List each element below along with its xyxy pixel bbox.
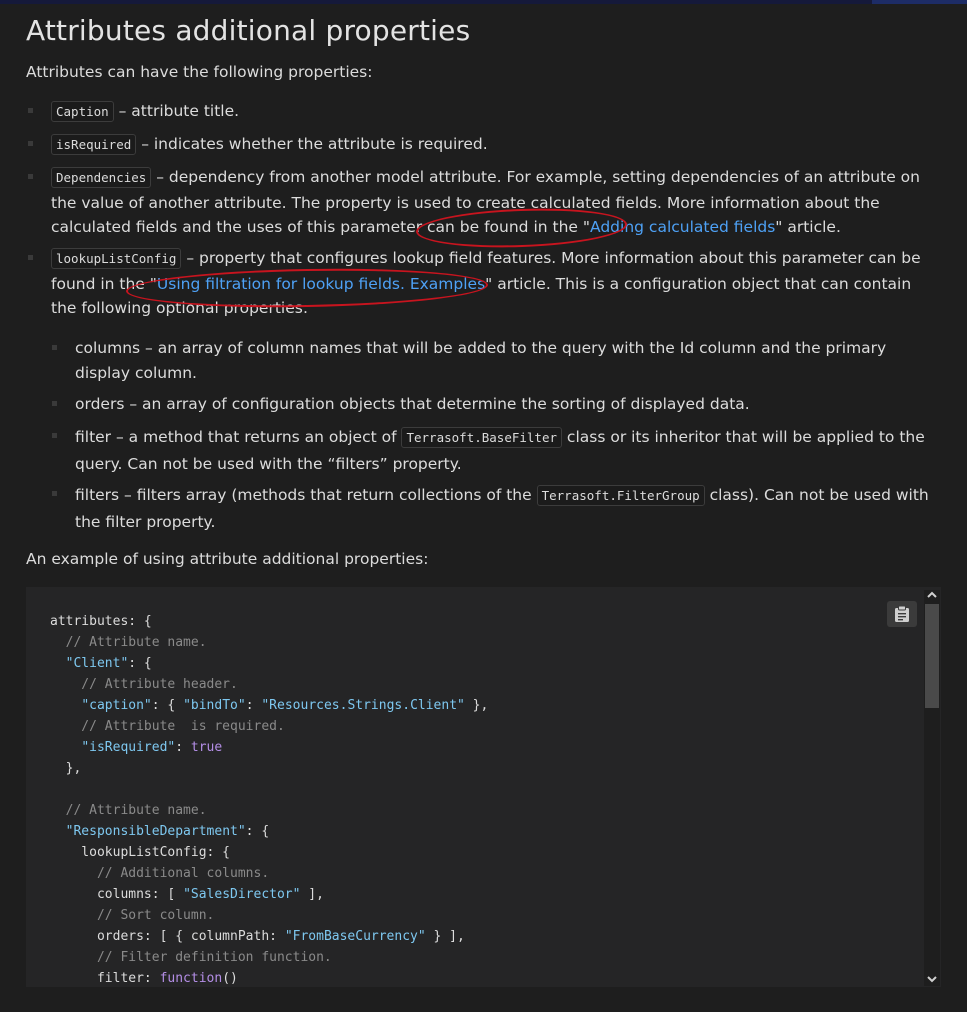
clipboard-icon: [895, 605, 909, 622]
code-line: filter: function(): [50, 971, 238, 986]
code-lookuplistconfig: lookupListConfig: [51, 248, 182, 269]
bullet: [28, 174, 33, 179]
code-filtergroup: Terrasoft.FilterGroup: [536, 485, 705, 506]
top-bar-accent: [872, 0, 967, 4]
top-bar: [0, 0, 967, 4]
code-content: attributes: { // Attribute name. "Client…: [50, 611, 488, 987]
code-block[interactable]: attributes: { // Attribute name. "Client…: [26, 587, 941, 987]
code-line: // Attribute name.: [50, 803, 207, 818]
item-text: – indicates whether the attribute is req…: [136, 135, 488, 153]
code-line: "isRequired": true: [81, 740, 223, 755]
code-caption: Caption: [51, 101, 114, 122]
bullet: [52, 345, 57, 350]
bullet: [52, 491, 57, 496]
list-item-isrequired: isRequired – indicates whether the attri…: [51, 132, 941, 158]
sub-item-columns: columns – an array of column names that …: [75, 339, 887, 382]
code-scrollbar-thumb[interactable]: [925, 604, 939, 708]
code-line: "Client": {: [65, 656, 152, 671]
item-text: filters – filters array (methods that re…: [75, 486, 537, 504]
bullet: [28, 141, 33, 146]
page-title: Attributes additional properties: [26, 14, 471, 47]
code-line: attributes: {: [50, 614, 152, 629]
copy-code-button[interactable]: [887, 601, 917, 627]
code-line: "ResponsibleDepartment": {: [65, 824, 270, 839]
item-text: – attribute title.: [113, 102, 240, 120]
code-dependencies: Dependencies: [51, 167, 152, 188]
code-line: // Filter definition function.: [50, 950, 332, 965]
list-item-caption: Caption – attribute title.: [51, 99, 941, 125]
bullet: [28, 255, 33, 260]
intro-text: Attributes can have the following proper…: [26, 63, 373, 81]
bullet: [52, 433, 57, 438]
link-using-filtration[interactable]: Using filtration for lookup fields. Exam…: [157, 275, 485, 293]
bullet: [28, 108, 33, 113]
code-line: },: [50, 761, 82, 776]
list-item-lookuplistconfig: lookupListConfig – property that configu…: [51, 246, 941, 321]
bullet: [52, 401, 57, 406]
code-basefilter: Terrasoft.BaseFilter: [401, 427, 562, 448]
item-text: filter – a method that returns an object…: [75, 428, 402, 446]
sub-item-orders: orders – an array of configuration objec…: [75, 395, 750, 413]
chevron-down-icon[interactable]: [926, 974, 938, 984]
code-line: // Sort column.: [50, 908, 215, 923]
sub-item-filter: filter – a method that returns an object…: [75, 424, 935, 477]
code-line: // Attribute is required.: [50, 719, 285, 734]
code-line: // Additional columns.: [50, 866, 270, 881]
code-line: columns: [ "SalesDirector" ],: [50, 887, 324, 902]
code-line: // Attribute header.: [50, 677, 238, 692]
list-item-dependencies: Dependencies – dependency from another m…: [51, 165, 946, 240]
code-line: orders: [ { columnPath: "FromBaseCurrenc…: [50, 929, 465, 944]
code-line: // Attribute name.: [50, 635, 207, 650]
link-adding-calculated-fields[interactable]: Adding calculated fields: [590, 218, 775, 236]
chevron-up-icon[interactable]: [926, 590, 938, 600]
example-intro-text: An example of using attribute additional…: [26, 550, 429, 568]
sub-item-filters: filters – filters array (methods that re…: [75, 482, 940, 535]
code-isrequired: isRequired: [51, 134, 137, 155]
item-text-after: " article.: [775, 218, 841, 236]
code-line: "caption": { "bindTo": "Resources.String…: [81, 698, 489, 713]
code-line: lookupListConfig: {: [50, 845, 231, 860]
